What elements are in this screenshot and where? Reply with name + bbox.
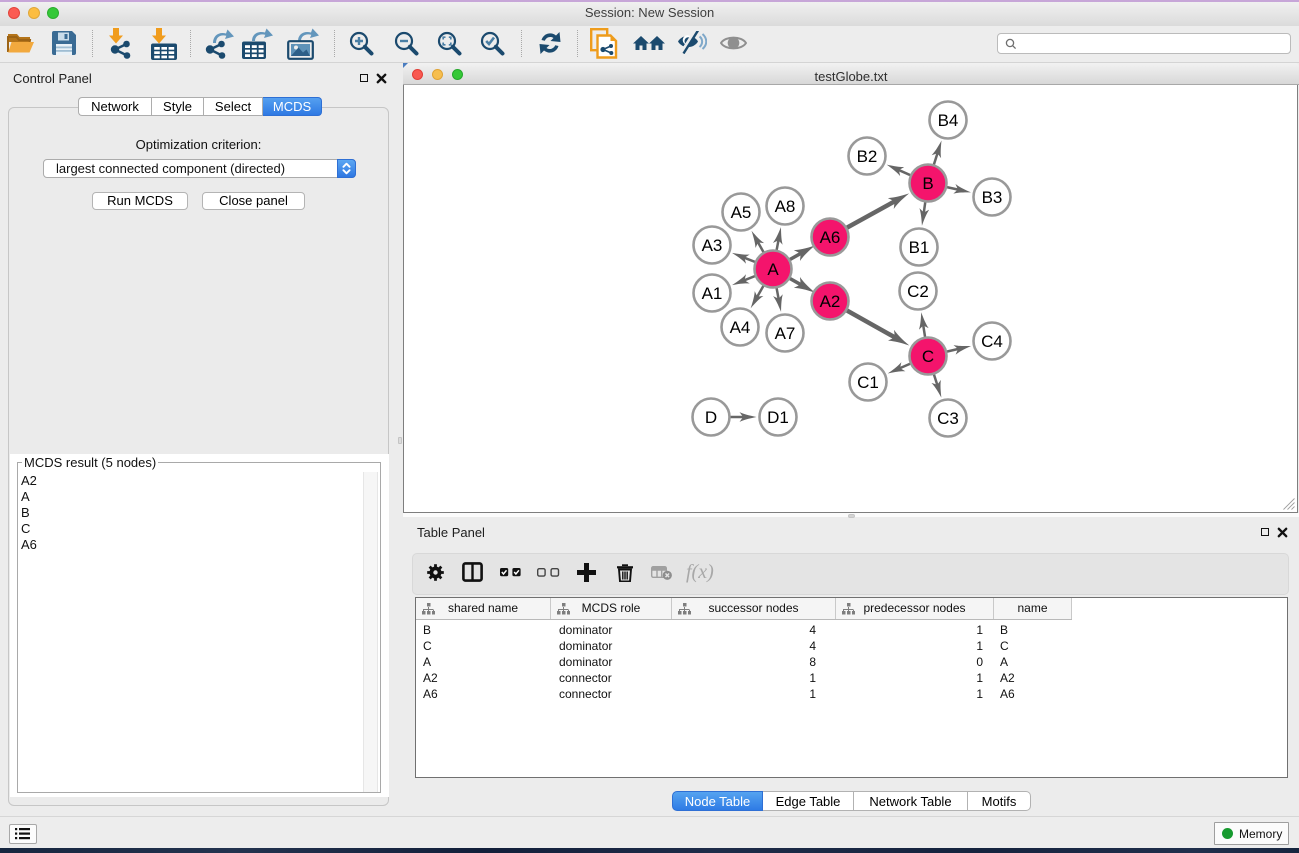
svg-text:A3: A3 <box>702 236 723 255</box>
svg-text:C2: C2 <box>907 282 929 301</box>
svg-text:C3: C3 <box>937 409 959 428</box>
svg-text:B1: B1 <box>909 238 930 257</box>
svg-text:B2: B2 <box>857 147 878 166</box>
svg-text:D: D <box>705 408 717 427</box>
svg-text:A2: A2 <box>820 292 841 311</box>
svg-text:B4: B4 <box>938 111 959 130</box>
svg-text:A1: A1 <box>702 284 723 303</box>
svg-text:D1: D1 <box>767 408 789 427</box>
svg-text:A: A <box>767 260 779 279</box>
svg-text:A4: A4 <box>730 318 751 337</box>
svg-text:A8: A8 <box>775 197 796 216</box>
svg-text:A6: A6 <box>820 228 841 247</box>
svg-text:C: C <box>922 347 934 366</box>
svg-text:C4: C4 <box>981 332 1003 351</box>
svg-text:A7: A7 <box>775 324 796 343</box>
svg-text:A5: A5 <box>731 203 752 222</box>
svg-text:B: B <box>922 174 933 193</box>
svg-text:C1: C1 <box>857 373 879 392</box>
svg-text:B3: B3 <box>982 188 1003 207</box>
